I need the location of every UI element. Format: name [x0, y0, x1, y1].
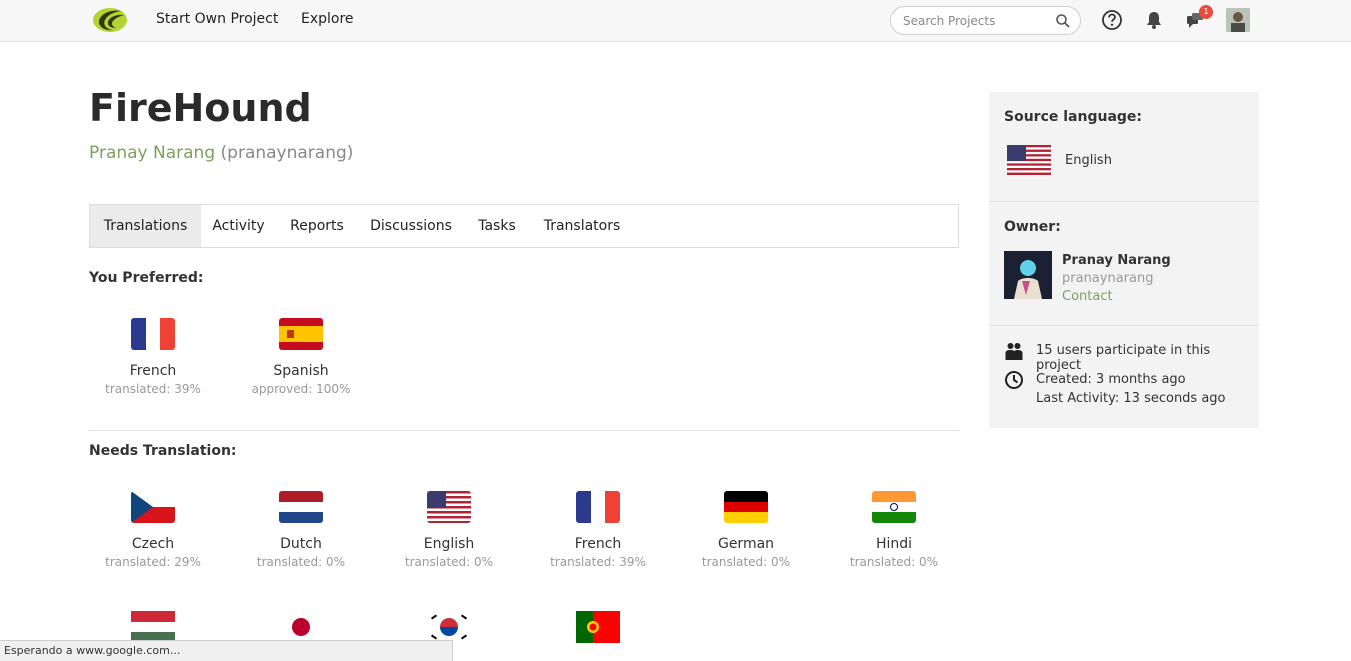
sidebar-divider — [989, 325, 1259, 326]
start-own-project-link[interactable]: Start Own Project — [156, 11, 278, 27]
usa-flag-icon — [427, 491, 471, 523]
spain-flag-icon — [279, 318, 323, 350]
language-status: translated: 0% — [701, 555, 791, 569]
language-status: translated: 39% — [550, 555, 646, 569]
search-box[interactable] — [890, 6, 1081, 35]
project-owner-username: (pranaynarang) — [220, 143, 354, 163]
language-status: translated: 0% — [256, 555, 346, 569]
project-tabs: Translations Activity Reports Discussion… — [89, 204, 959, 248]
germany-flag-icon — [724, 491, 768, 523]
language-name: German — [717, 536, 775, 552]
language-status: translated: 0% — [404, 555, 494, 569]
preferred-heading: You Preferred: — [89, 270, 204, 286]
sidebar-divider — [989, 201, 1259, 202]
language-french[interactable]: French translated: 39% — [533, 491, 663, 569]
france-flag-icon — [131, 318, 175, 350]
language-czech[interactable]: Czech translated: 29% — [88, 491, 218, 569]
japan-flag-icon[interactable] — [279, 611, 323, 643]
project-owner-line: Pranay Narang (pranaynarang) — [89, 143, 353, 163]
language-dutch[interactable]: Dutch translated: 0% — [236, 491, 366, 569]
user-avatar[interactable] — [1226, 8, 1250, 32]
tab-discussions[interactable]: Discussions — [358, 205, 464, 247]
created-text: Created: 3 months ago — [1036, 372, 1186, 387]
project-title: FireHound — [89, 86, 312, 130]
last-activity-text: Last Activity: 13 seconds ago — [1036, 391, 1226, 406]
language-name: English — [423, 536, 475, 552]
logo-icon[interactable] — [91, 5, 129, 35]
users-icon — [1005, 343, 1023, 360]
korea-flag-icon[interactable] — [427, 611, 471, 643]
language-hindi[interactable]: Hindi translated: 0% — [829, 491, 959, 569]
language-name: Czech — [131, 536, 175, 552]
tab-translations[interactable]: Translations — [90, 205, 201, 247]
preferred-language-french[interactable]: French translated: 39% — [88, 318, 218, 396]
owner-avatar[interactable] — [1004, 251, 1052, 299]
avatar-image — [1226, 8, 1250, 32]
language-status: translated: 0% — [849, 555, 939, 569]
india-flag-icon — [872, 491, 916, 523]
tab-reports[interactable]: Reports — [276, 205, 358, 247]
bell-icon[interactable] — [1143, 9, 1165, 31]
owner-avatar-image — [1004, 251, 1052, 299]
project-info-sidebar: Source language: English Owner: Pranay N… — [989, 92, 1259, 428]
owner-username: pranaynarang — [1062, 271, 1154, 286]
notification-badge: 1 — [1199, 5, 1213, 19]
needs-translation-heading: Needs Translation: — [89, 443, 237, 459]
contact-link[interactable]: Contact — [1062, 289, 1113, 304]
france-flag-icon — [576, 491, 620, 523]
netherlands-flag-icon — [279, 491, 323, 523]
preferred-language-spanish[interactable]: Spanish approved: 100% — [236, 318, 366, 396]
czech-flag-icon — [131, 491, 175, 523]
hungary-flag-icon[interactable] — [131, 611, 175, 643]
language-name: French — [129, 363, 177, 379]
explore-link[interactable]: Explore — [301, 11, 354, 27]
language-status: approved: 100% — [251, 382, 351, 396]
participants-text: 15 users participate in this project — [1036, 343, 1211, 373]
search-icon[interactable] — [1055, 13, 1071, 29]
clock-icon — [1005, 371, 1023, 389]
language-name: French — [574, 536, 622, 552]
language-german[interactable]: German translated: 0% — [681, 491, 811, 569]
portugal-flag-icon[interactable] — [576, 611, 620, 643]
search-input[interactable] — [903, 12, 1053, 30]
language-name: Hindi — [875, 536, 913, 552]
language-status: translated: 39% — [105, 382, 201, 396]
tab-tasks[interactable]: Tasks — [464, 205, 530, 247]
source-language-name: English — [1065, 153, 1112, 168]
language-status: translated: 29% — [105, 555, 201, 569]
top-navbar: Start Own Project Explore 1 — [0, 0, 1351, 42]
browser-status-bar: Esperando a www.google.com... — [0, 640, 453, 661]
language-english[interactable]: English translated: 0% — [384, 491, 514, 569]
language-name: Dutch — [280, 536, 322, 552]
project-owner-link[interactable]: Pranay Narang — [89, 143, 215, 163]
usa-flag-icon — [1007, 145, 1051, 175]
help-icon[interactable] — [1101, 9, 1123, 31]
tab-translators[interactable]: Translators — [530, 205, 634, 247]
tab-activity[interactable]: Activity — [201, 205, 276, 247]
owner-name[interactable]: Pranay Narang — [1062, 253, 1171, 268]
section-divider — [89, 430, 959, 431]
source-language-heading: Source language: — [1004, 109, 1143, 125]
language-name: Spanish — [273, 363, 329, 379]
owner-heading: Owner: — [1004, 219, 1061, 235]
